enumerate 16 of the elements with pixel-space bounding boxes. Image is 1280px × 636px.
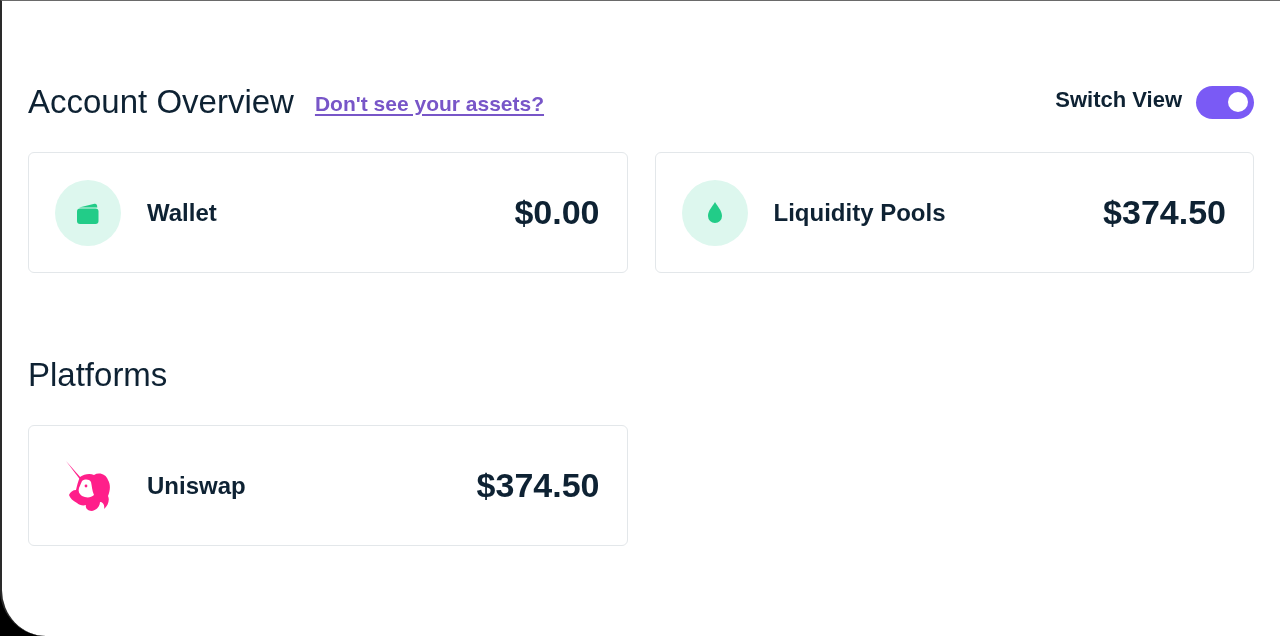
card-value: $374.50	[1103, 193, 1226, 232]
card-label: Liquidity Pools	[773, 198, 946, 227]
section-title: Account Overview	[28, 83, 294, 121]
card-value: $374.50	[476, 466, 600, 505]
switch-view-label: Switch View	[1055, 87, 1182, 113]
switch-view-toggle[interactable]	[1196, 85, 1254, 119]
wallet-icon	[55, 179, 121, 246]
help-link[interactable]: Don't see your assets?	[314, 92, 544, 116]
account-card[interactable]: Uniswap $374.50	[28, 425, 628, 546]
card-value: $0.00	[514, 193, 600, 232]
account-card[interactable]: Liquidity Pools $374.50	[654, 152, 1254, 273]
card-label: Uniswap	[147, 471, 246, 500]
section-title: Platforms	[28, 356, 168, 394]
card-label: Wallet	[147, 198, 217, 227]
account-card[interactable]: Wallet $0.00	[28, 152, 628, 273]
drop-icon	[681, 179, 748, 246]
